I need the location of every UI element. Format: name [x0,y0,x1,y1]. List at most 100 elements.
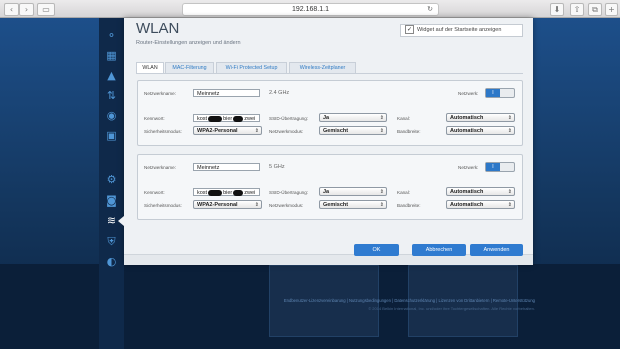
chevron-updown-icon: ⇕ [507,128,512,134]
password-mid: bier [223,116,233,122]
bandwidth-label: Bandbreite: [397,129,421,134]
security-mode-select[interactable]: WPA2-Personal ⇕ [193,200,262,209]
chevron-updown-icon: ⇕ [379,128,384,134]
frequency-label: 5 GHz [269,164,285,170]
wifi-icon[interactable]: ≋ [104,213,119,228]
tab-wlan[interactable]: WLAN [136,62,164,73]
security-mode-label: Sicherheitsmodus: [144,203,182,208]
tab-divider [136,73,523,74]
checkbox-label: Widget auf der Startseite anzeigen [417,27,502,33]
redaction-mark [233,189,244,196]
network-mode-select[interactable]: Gemischt ⇕ [319,200,387,209]
bandwidth-label: Bandbreite: [397,203,421,208]
chevron-updown-icon: ⇕ [507,189,512,195]
select-value: Gemischt [323,128,349,134]
tab-mac-filter[interactable]: MAC-Filterung [165,62,214,73]
ssid-broadcast-label: SSID-Übertragung: [269,190,309,195]
network-toggle-label: Netzwerk: [458,165,479,170]
password-mid: bier [223,190,233,196]
checkbox-check-icon[interactable]: ✓ [405,25,414,35]
security-mode-select[interactable]: WPA2-Personal ⇕ [193,126,262,135]
start-page-widget-checkbox[interactable]: ✓ Widget auf der Startseite anzeigen [400,24,523,37]
network-map-icon[interactable]: ⚬ [104,28,119,43]
footer-links[interactable]: Endbenutzer-Lizenzvereinbarung | Nutzung… [253,298,535,303]
page-title: WLAN [136,20,180,37]
tab-wireless-scheduler[interactable]: Wireless-Zeitplaner [289,62,356,73]
tabs-icon[interactable]: ⧉ [588,3,602,16]
apply-button[interactable]: Anwenden [470,244,523,256]
ok-button[interactable]: OK [354,244,399,256]
chevron-updown-icon: ⇕ [379,189,384,195]
network-mode-label: Netzwerkmodus: [269,203,304,208]
page-subtitle: Router-Einstellungen anzeigen und ändern [136,40,241,46]
redaction-mark [208,189,223,196]
security-mode-label: Sicherheitsmodus: [144,129,182,134]
password-label: Kennwort: [144,116,165,121]
channel-label: Kanal: [397,190,411,195]
network-name-input[interactable]: Meinnetz [193,89,260,97]
network-toggle[interactable]: I [485,88,515,98]
redaction-mark [233,115,244,122]
select-value: Ja [323,189,330,195]
select-value: Automatisch [450,128,484,134]
select-value: Automatisch [450,115,484,121]
active-nav-pointer [118,216,124,226]
new-tab-icon[interactable]: + [605,3,618,16]
password-prefix: kost [197,190,208,196]
troubleshooting-icon[interactable]: ◐ [104,254,119,269]
chevron-updown-icon: ⇕ [507,202,512,208]
network-name-label: Netzwerkname: [144,91,176,96]
channel-select[interactable]: Automatisch ⇕ [446,187,515,196]
wlan-panel: WLAN Router-Einstellungen anzeigen und ä… [124,18,533,265]
network-mode-select[interactable]: Gemischt ⇕ [319,126,387,135]
chevron-updown-icon: ⇕ [507,115,512,121]
url-text: 192.168.1.1 [292,6,329,13]
password-input[interactable]: kost bier zwei [193,114,260,122]
network-name-label: Netzwerkname: [144,165,176,170]
network-toggle[interactable]: I [485,162,515,172]
channel-select[interactable]: Automatisch ⇕ [446,113,515,122]
select-value: WPA2-Personal [197,202,238,208]
toggle-on-indicator: I [486,89,500,97]
select-value: WPA2-Personal [197,128,238,134]
bandwidth-select[interactable]: Automatisch ⇕ [446,126,515,135]
network-name-input[interactable]: Meinnetz [193,163,260,171]
bandwidth-select[interactable]: Automatisch ⇕ [446,200,515,209]
select-value: Gemischt [323,202,349,208]
settings-icon[interactable]: ⚙ [104,172,119,187]
network-toggle-label: Netzwerk: [458,91,479,96]
address-bar[interactable]: 192.168.1.1 ↻ [182,3,439,16]
frequency-label: 2.4 GHz [269,90,290,96]
select-value: Automatisch [450,189,484,195]
reload-icon[interactable]: ↻ [427,4,433,15]
channel-label: Kanal: [397,116,411,121]
back-button[interactable]: ‹ [4,3,19,16]
browser-toolbar: ‹ › ▭ 192.168.1.1 ↻ ⬇ ⇧ ⧉ + [0,0,620,18]
ssid-broadcast-select[interactable]: Ja ⇕ [319,113,387,122]
media-prioritization-icon[interactable]: ⇅ [104,88,119,103]
password-suffix: zwei [244,190,256,196]
password-label: Kennwort: [144,190,165,195]
toggle-on-indicator: I [486,163,500,171]
chevron-updown-icon: ⇕ [254,128,259,134]
globe-icon[interactable]: ◉ [104,108,119,123]
footer-copyright: © 2014 Belkin International, Inc. und/od… [368,306,535,311]
shield-icon[interactable]: ▣ [104,128,119,143]
tab-wps[interactable]: Wi-Fi Protected Setup [216,62,287,73]
forward-button[interactable]: › [19,3,34,16]
ssid-broadcast-label: SSID-Übertragung: [269,116,309,121]
connectivity-icon[interactable]: ▦ [104,48,119,63]
warning-icon[interactable]: ▲ [104,68,119,83]
password-input[interactable]: kost bier zwei [193,188,260,196]
download-icon[interactable]: ⬇ [550,3,564,16]
sidebar-toggle-icon[interactable]: ▭ [37,3,55,16]
network-mode-label: Netzwerkmodus: [269,129,304,134]
password-prefix: kost [197,116,208,122]
security-icon[interactable]: ⛨ [104,234,119,249]
share-icon[interactable]: ⇧ [570,3,584,16]
ssid-broadcast-select[interactable]: Ja ⇕ [319,187,387,196]
camera-icon[interactable]: ◙ [104,193,119,208]
cancel-button[interactable]: Abbrechen [412,244,466,256]
select-value: Ja [323,115,330,121]
chevron-updown-icon: ⇕ [379,115,384,121]
